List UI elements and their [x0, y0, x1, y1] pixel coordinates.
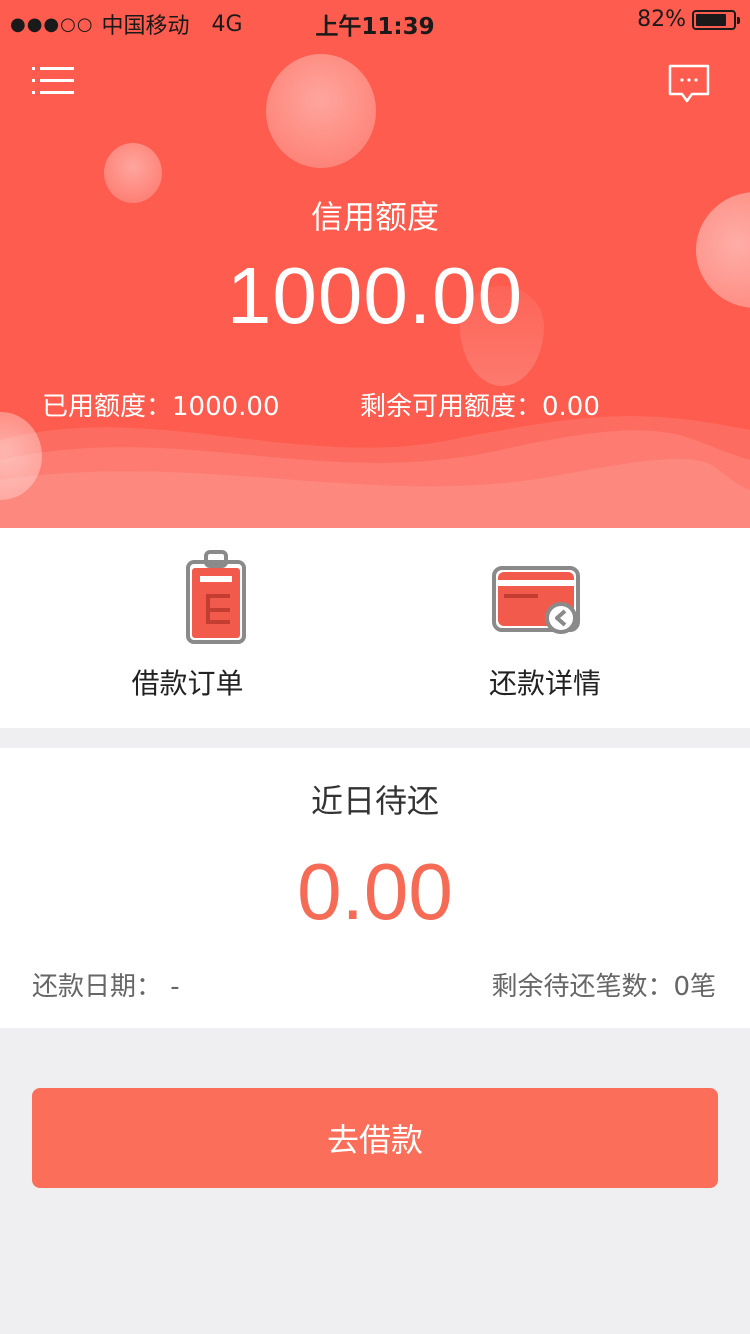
repay-details-button[interactable]: 还款详情: [358, 528, 733, 728]
credit-header: ●●●○○ 中国移动 4G 上午11:39 82% 信用额度 1000.00 已…: [0, 0, 750, 528]
repayment-date: 还款日期： -: [32, 972, 180, 1002]
battery-icon: [692, 9, 740, 30]
list-menu-icon[interactable]: [32, 66, 76, 96]
loan-orders-label: 借款订单: [131, 667, 244, 700]
credit-limit-title: 信用额度: [310, 198, 439, 236]
status-bar: ●●●○○ 中国移动 4G 上午11:39 82%: [0, 0, 750, 40]
used-limit: 已用额度：1000.00: [42, 392, 280, 422]
borrow-button[interactable]: 去借款: [32, 1088, 718, 1188]
repay-details-label: 还款详情: [489, 667, 602, 700]
credit-limit-amount: 1000.00: [226, 251, 524, 340]
remaining-payments-count: 剩余待还笔数：0笔: [491, 972, 716, 1002]
battery-percent: 82%: [637, 7, 686, 32]
clipboard-icon: [186, 550, 246, 644]
recent-due-card: 近日待还 0.00 还款日期： - 剩余待还笔数：0笔: [0, 748, 750, 1028]
shortcut-panel: 借款订单 还款详情: [0, 528, 750, 728]
chat-bubble-icon[interactable]: [668, 64, 710, 104]
decor-bubble: [266, 54, 376, 168]
recent-due-amount: 0.00: [297, 847, 453, 936]
loan-orders-button[interactable]: 借款订单: [30, 528, 405, 728]
card-refund-icon: [492, 566, 580, 634]
recent-due-title: 近日待还: [310, 782, 439, 820]
remaining-limit: 剩余可用额度：0.00: [360, 392, 600, 422]
